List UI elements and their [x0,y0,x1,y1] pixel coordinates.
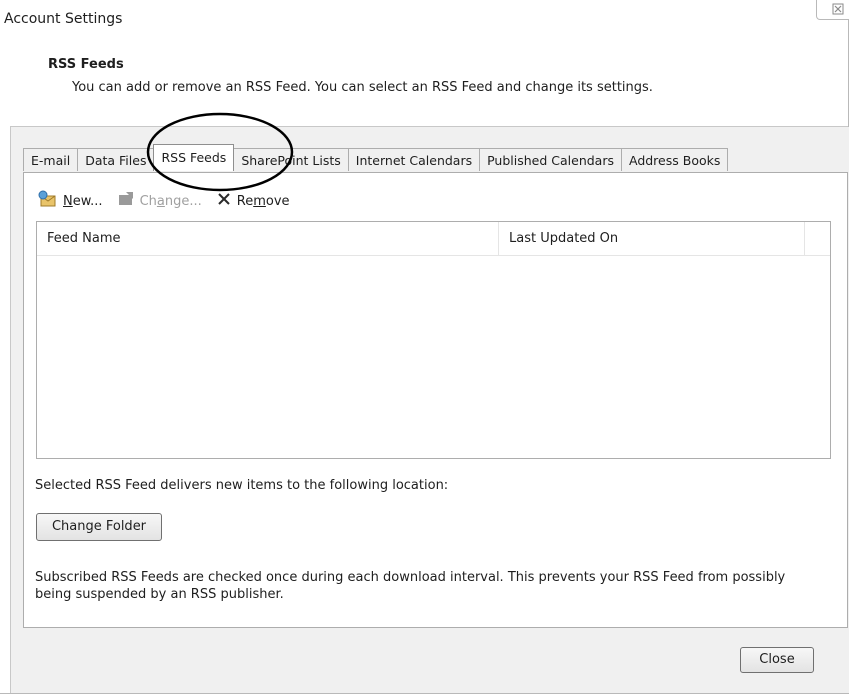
feeds-list-header: Feed Name Last Updated On [37,222,830,256]
change-icon [117,191,135,211]
tab-published-calendars[interactable]: Published Calendars [479,148,622,171]
change-label-start: Ch [139,193,157,209]
feeds-toolbar: New... Change... Remove [38,190,304,212]
close-button[interactable]: Close [740,647,814,673]
tab-email[interactable]: E-mail [23,148,79,171]
remove-label-start: Re [236,193,254,209]
header-title: RSS Feeds [48,57,124,72]
change-label-access: a [156,193,165,209]
tab-data-files[interactable]: Data Files [77,148,155,171]
tab-strip: E-mail Data Files RSS Feeds SharePoint L… [23,144,729,171]
remove-x-icon [216,191,232,211]
new-label-access: N [63,193,73,209]
remove-button[interactable]: Remove [216,191,290,211]
account-settings-dialog: Account Settings RSS Feeds You can add o… [0,0,849,694]
change-button[interactable]: Change... [117,191,202,211]
column-header-filler [805,222,830,255]
new-label: ew... [72,193,103,209]
column-header-last-updated[interactable]: Last Updated On [499,222,805,255]
tab-sharepoint-lists[interactable]: SharePoint Lists [233,148,349,171]
window-title: Account Settings [4,11,123,27]
title-bar: Account Settings [0,0,848,40]
tab-rss-feeds[interactable]: RSS Feeds [153,144,235,171]
tab-address-books[interactable]: Address Books [620,148,729,171]
header-description: You can add or remove an RSS Feed. You c… [72,80,653,95]
rss-feeds-panel: New... Change... Remove Feed Name Last U… [23,172,848,628]
location-label: Selected RSS Feed delivers new items to … [35,478,449,493]
remove-label: ove [265,193,290,209]
tab-internet-calendars[interactable]: Internet Calendars [347,148,481,171]
download-interval-note: Subscribed RSS Feeds are checked once du… [35,570,786,602]
column-header-feed-name[interactable]: Feed Name [37,222,499,255]
dialog-header: RSS Feeds You can add or remove an RSS F… [10,40,848,127]
change-folder-button[interactable]: Change Folder [36,513,162,541]
close-icon [832,3,844,15]
feeds-list[interactable]: Feed Name Last Updated On [36,221,831,459]
window-close-button[interactable] [816,0,849,20]
remove-label-access: m [253,193,266,209]
change-label: nge... [164,193,202,209]
new-button[interactable]: New... [38,190,103,212]
new-feed-icon [38,190,58,212]
